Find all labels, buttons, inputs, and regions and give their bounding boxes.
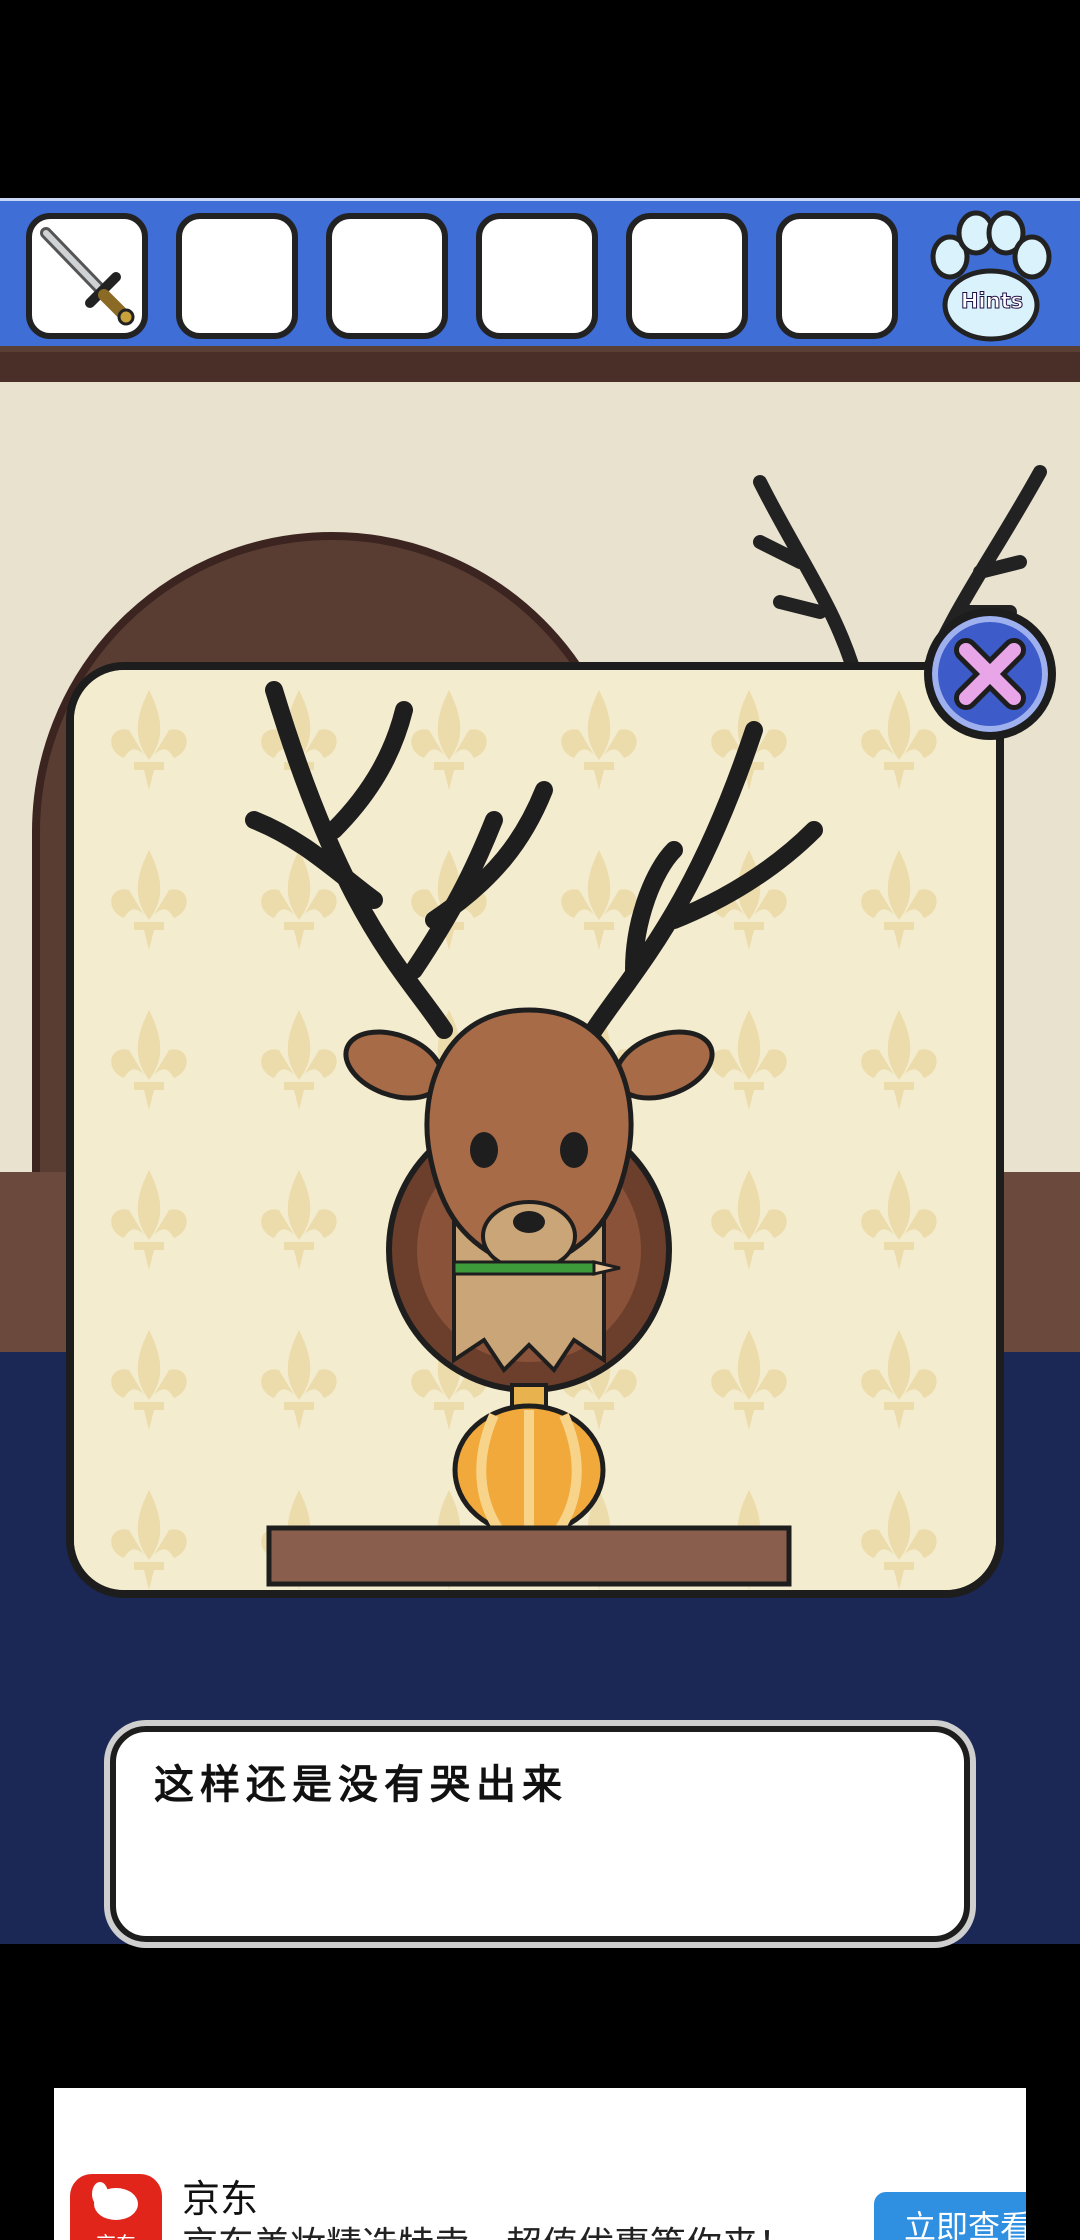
ad-description: 京东美妆精选特卖，超值优惠等你来！ xyxy=(182,2216,794,2240)
deer-trophy-scene xyxy=(74,670,996,1590)
ad-logo-text: 京东 xyxy=(70,2228,162,2240)
dialogue-text: 这样还是没有哭出来 xyxy=(154,1762,568,1808)
inventory-slot-5[interactable] xyxy=(626,213,748,339)
sword-icon xyxy=(40,227,135,326)
close-button[interactable] xyxy=(924,608,1056,740)
ceiling-trim xyxy=(0,352,1080,382)
shelf xyxy=(266,1525,792,1587)
inventory-slot-4[interactable] xyxy=(476,213,598,339)
ad-cta-label: 立即查看 xyxy=(904,2208,1026,2240)
ad-cta-button[interactable]: 立即查看 xyxy=(874,2192,1026,2240)
inventory-slot-1[interactable] xyxy=(26,213,148,339)
zoom-popup xyxy=(66,662,1004,1598)
inventory-bar: Hints xyxy=(0,198,1080,352)
dialogue-box[interactable]: 这样还是没有哭出来 xyxy=(110,1726,970,1942)
inventory-slot-2[interactable] xyxy=(176,213,298,339)
inventory-slot-6[interactable] xyxy=(776,213,898,339)
ad-title: 京东 xyxy=(182,2177,259,2221)
dog-logo-icon xyxy=(92,2182,138,2220)
pencil-icon xyxy=(452,1260,621,1276)
hints-button[interactable]: Hints xyxy=(922,209,1056,345)
hints-label: Hints xyxy=(960,289,1024,314)
ad-logo: 京东 xyxy=(70,2174,162,2240)
close-icon xyxy=(954,638,1026,710)
inventory-slot-3[interactable] xyxy=(326,213,448,339)
ad-banner[interactable]: 京东 京东 京东美妆精选特卖，超值优惠等你来！ 立即查看 xyxy=(54,2088,1026,2240)
paw-icon xyxy=(930,210,1052,342)
